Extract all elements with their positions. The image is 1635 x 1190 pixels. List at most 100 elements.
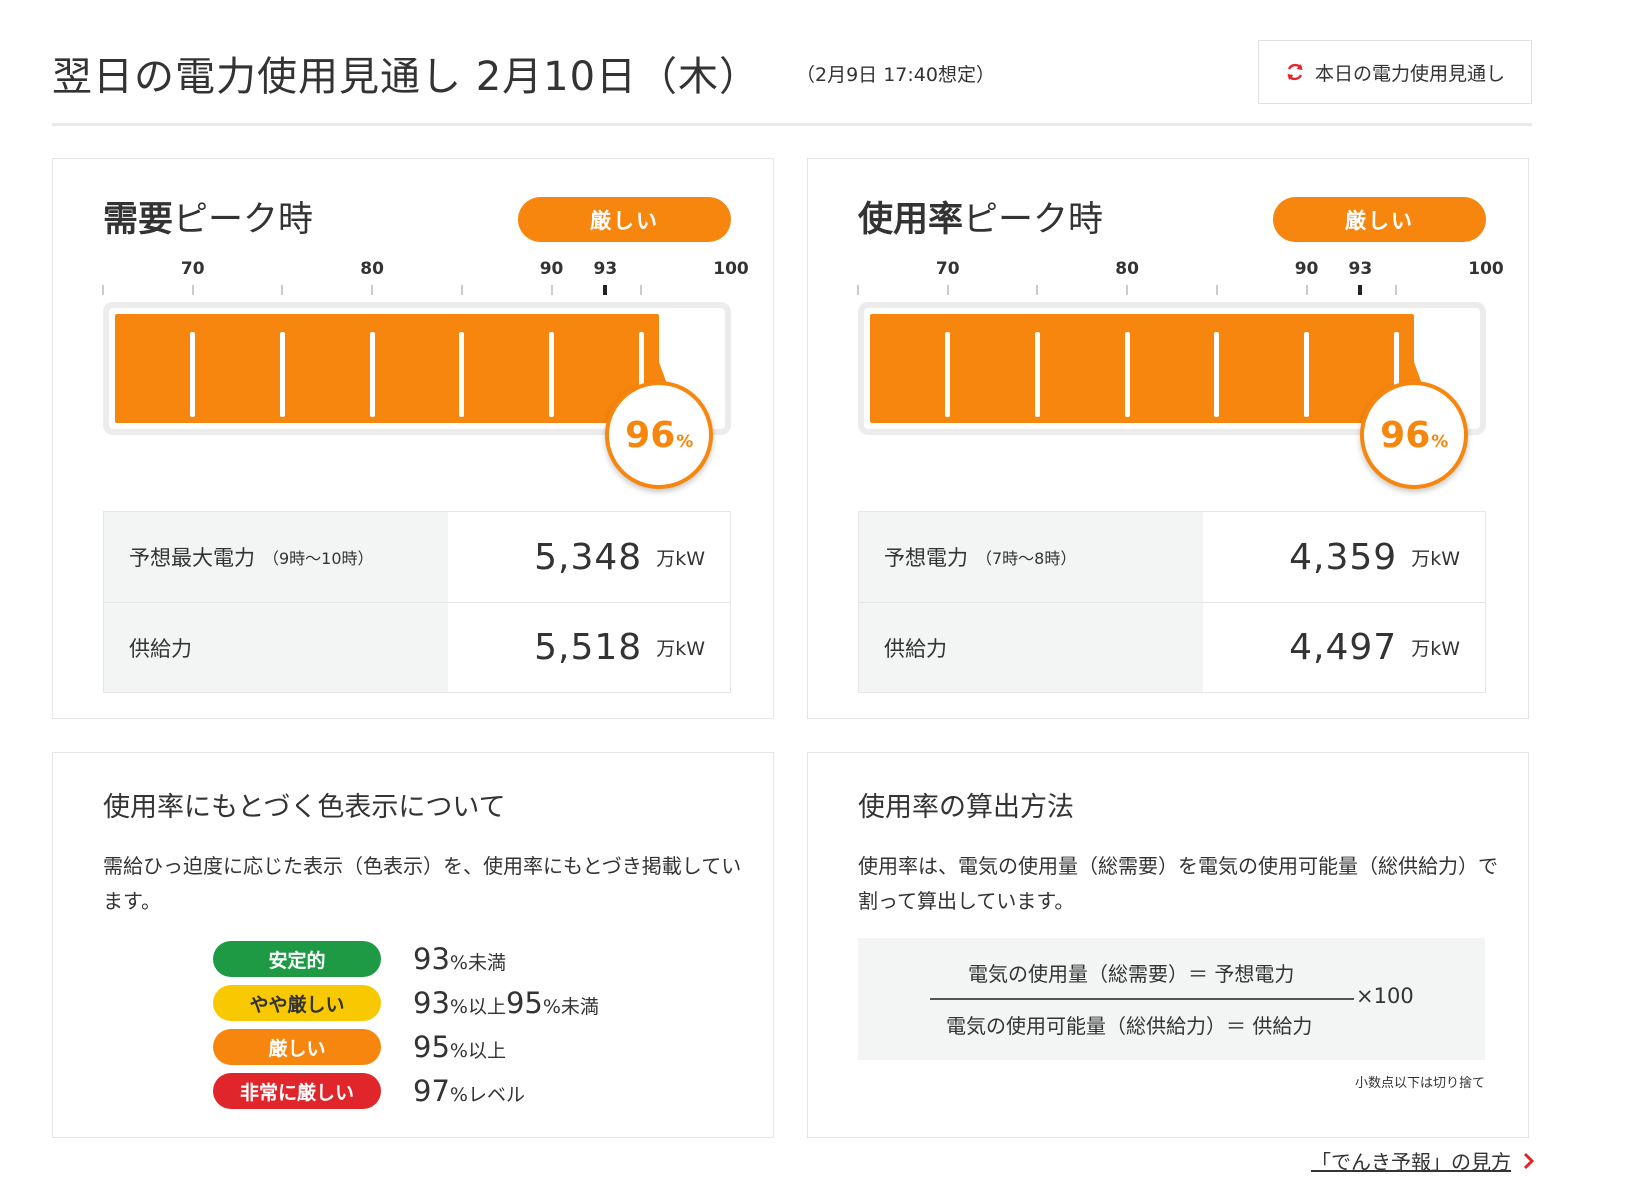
gauge-tick-mark [191,285,194,295]
color-legend-card: 使用率にもとづく色表示について 需給ひっ迫度に応じた表示（色表示）を、使用率にも… [52,752,774,1138]
calc-method-description: 使用率は、電気の使用量（総需要）を電気の使用可能量（総供給力）で割って算出してい… [858,854,1498,913]
row-label-text: 供給力 [129,636,192,661]
gauge-tick-mark [550,285,553,295]
demand-peak-heading-rest: ピーク時 [173,200,314,240]
guide-link[interactable]: 「でんき予報」の見方 [1311,1146,1535,1175]
legend-badge-very-tight: 非常に厳しい [213,1073,381,1109]
legend-range: 93%未満 [413,942,506,976]
table-row: 供給力 5,518 万kW [104,602,730,692]
calc-method-card: 使用率の算出方法 使用率は、電気の使用量（総需要）を電気の使用可能量（総供給力）… [807,752,1529,1138]
usage-peak-heading: 使用率ピーク時 [858,191,1103,242]
gauge-tick-mark [857,285,859,295]
gauge-tick-mark [1126,285,1129,295]
rounding-note: 小数点以下は切り捨て [1354,1076,1485,1091]
gauge-tick-mark [1215,285,1218,295]
row-label-text: 供給力 [884,636,947,661]
usage-usage-rate-unit: % [1431,432,1449,452]
row-value-unit: 万kW [1411,547,1460,570]
row-value-number: 4,497 [1289,627,1398,668]
legend-range: 97%レベル [413,1074,525,1108]
row-label-text: 予想最大電力 [129,546,255,570]
usage-peak-heading-rest: ピーク時 [963,200,1104,240]
legend-item: やや厳しい 93%以上95%未満 [213,981,599,1025]
calc-method-title: 使用率の算出方法 [858,792,1074,823]
demand-peak-heading: 需要ピーク時 [103,191,313,242]
gauge-tick-mark [1305,285,1308,295]
formula-multiplier: ×100 [1356,984,1414,1008]
gauge-divider-line [369,332,375,417]
legend-suffix: %以上 [449,996,506,1018]
demand-status-badge: 厳しい [518,197,731,242]
legend-suffix: %レベル [449,1084,525,1106]
gauge-tick-mark [1036,285,1039,295]
refresh-icon [1287,63,1303,81]
formula-box: 電気の使用量（総需要）＝ 予想電力 ×100 電気の使用可能量（総供給力）＝ 供… [858,938,1485,1060]
demand-usage-rate-unit: % [676,432,694,452]
gauge-tick-label: 90 [539,259,564,279]
gauge-divider-line [549,332,555,417]
gauge-tick-label: 80 [1115,259,1139,279]
demand-usage-rate-value: 96 [625,414,676,456]
guide-link-label: 「でんき予報」の見方 [1311,1150,1511,1174]
gauge-threshold-mark [1358,285,1363,295]
gauge-divider-line [1034,332,1040,417]
legend-badge-slightly-tight: やや厳しい [213,985,381,1021]
row-value-number: 5,348 [534,536,643,578]
demand-info-table: 予想最大電力 （9時～10時） 5,348 万kW 供給力 5,518 万kW [103,511,731,693]
legend-item: 厳しい 95%以上 [213,1025,599,1069]
color-legend-description: 需給ひっ迫度に応じた表示（色表示）を、使用率にもとづき掲載しています。 [103,854,742,913]
legend-suffix: %未満 [542,996,599,1018]
gauge-tick-label: 70 [935,259,960,279]
formula-denominator: 電気の使用可能量（総供給力）＝ 供給力 [946,1014,1313,1038]
table-row-value: 5,518 万kW [448,603,730,692]
gauge-tick-label: 80 [360,259,384,279]
gauge-divider-line [945,332,951,417]
usage-usage-rate-bubble: 96% [1360,381,1469,489]
legend-number: 95 [413,1030,450,1064]
gauge-tick-mark [640,285,643,295]
usage-peak-card: 使用率ピーク時 厳しい 70 80 90 93 100 96% 予想電力 （7時～8時） … [807,158,1529,719]
gauge-divider-line [1124,332,1130,417]
legend-number: 95 [505,986,543,1020]
row-value-number: 4,359 [1289,536,1398,578]
today-forecast-button-label: 本日の電力使用見通し [1314,62,1505,85]
legend-badge-stable: 安定的 [213,941,381,977]
gauge-tick-label: 93 [1348,259,1373,279]
usage-usage-rate-value: 96 [1380,414,1431,456]
gauge-tick-mark [946,285,949,295]
legend-number: 93 [413,986,450,1020]
demand-gauge-scale: 70 80 90 93 100 [102,259,749,295]
today-forecast-button[interactable]: 本日の電力使用見通し [1258,40,1532,104]
row-value-unit: 万kW [656,638,705,660]
legend-range: 95%以上 [413,1030,506,1064]
table-row-label: 予想電力 （7時～8時） [859,512,1203,602]
row-label-text: 予想電力 [884,546,968,570]
row-label-time-range: （9時～10時） [263,549,374,568]
gauge-tick-label: 100 [713,259,749,279]
gauge-tick-mark [102,285,104,295]
gauge-tick-mark [1395,285,1398,295]
usage-peak-heading-bold: 使用率 [858,200,964,240]
table-row-label: 供給力 [859,603,1203,692]
row-label-time-range: （7時～8時） [976,549,1077,568]
table-row: 供給力 4,497 万kW [859,602,1485,692]
table-row-label: 予想最大電力 （9時～10時） [104,512,448,602]
gauge-divider-line [459,332,465,417]
table-row-value: 5,348 万kW [448,512,730,602]
gauge-tick-mark [371,285,374,295]
legend-item: 安定的 93%未満 [213,937,599,981]
gauge-tick-mark [281,285,284,295]
page-header: 翌日の電力使用見通し 2月10日（木） （2月9日 17:40想定） 本日の電力… [52,38,1532,126]
usage-status-badge: 厳しい [1273,197,1486,242]
usage-gauge-fill [870,314,1415,423]
legend-number: 93 [413,942,450,976]
fraction-line [930,998,1354,1000]
legend-item: 非常に厳しい 97%レベル [213,1069,599,1113]
gauge-divider-line [190,332,196,417]
row-value-number: 5,518 [534,627,643,668]
chevron-right-icon [1523,1152,1535,1169]
usage-gauge-scale: 70 80 90 93 100 [857,259,1504,295]
legend-suffix: %未満 [449,952,506,974]
gauge-tick-label: 100 [1468,259,1504,279]
legend-number: 97 [413,1074,450,1108]
